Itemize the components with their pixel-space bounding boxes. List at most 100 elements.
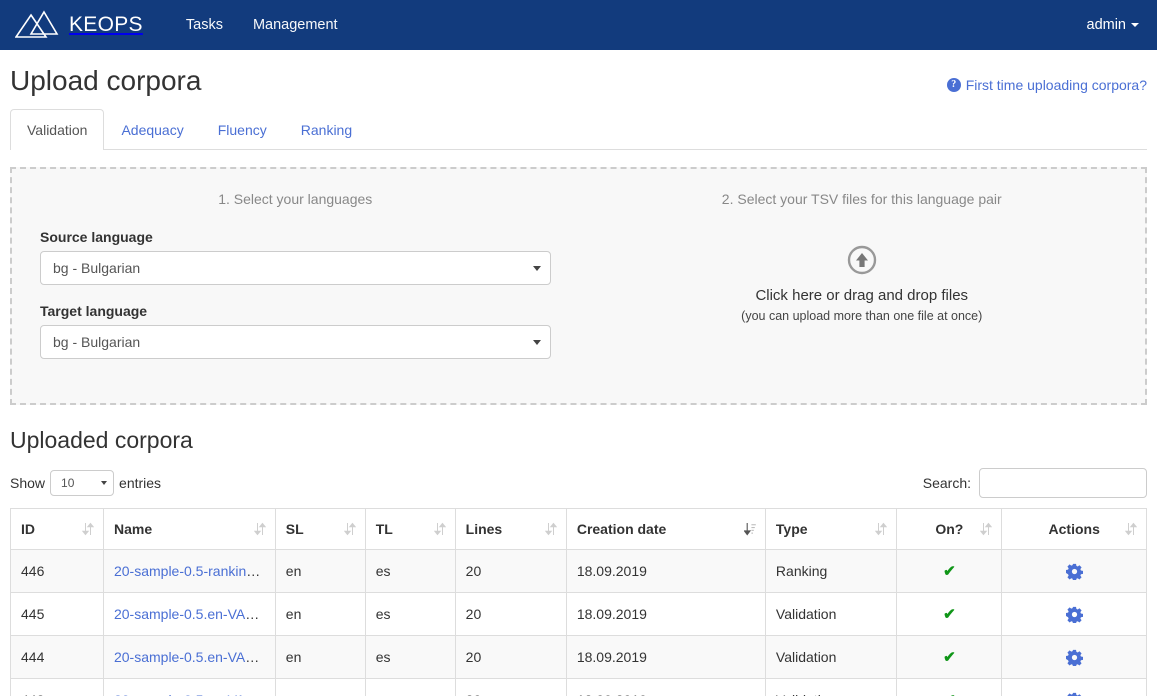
gear-icon[interactable] (1065, 606, 1083, 623)
table-controls: Show 10 entries Search: (10, 467, 1147, 498)
gear-icon[interactable] (1065, 649, 1083, 666)
help-link-label: First time uploading corpora? (965, 76, 1147, 93)
column-label: ID (21, 520, 35, 537)
cell-name: 20-sample-0.5.en-VAL.es (102, 634, 276, 679)
cell-tl: es (364, 677, 456, 696)
check-icon: ✔ (943, 562, 956, 580)
cell-name: 20-sample-0.5.en-VAL.es (102, 591, 276, 636)
first-time-help-link[interactable]: ? First time uploading corpora? (946, 76, 1147, 97)
source-language-label: Source language (40, 228, 153, 245)
task-type-tabs: Validation Adequacy Fluency Ranking (10, 108, 1147, 150)
column-header-on[interactable]: On? (896, 507, 1003, 550)
step1-title: 1. Select your languages (218, 190, 373, 207)
target-language-label: Target language (40, 302, 148, 319)
dropzone-main-text: Click here or drag and drop files (755, 286, 969, 304)
cell-creation-date: 18.09.2019 (565, 591, 766, 636)
table-row: 444 20-sample-0.5.en-VAL.es en es 20 18.… (10, 634, 1147, 679)
cell-on: ✔ (896, 634, 1003, 679)
cell-sl: en (274, 677, 366, 696)
cell-actions (1001, 677, 1147, 696)
sort-icon (81, 522, 94, 536)
column-label: On? (935, 520, 964, 537)
cell-lines: 20 (454, 677, 567, 696)
pyramids-icon (15, 10, 59, 38)
gear-icon[interactable] (1066, 692, 1083, 696)
file-dropzone[interactable]: Click here or drag and drop files (you c… (607, 229, 1118, 323)
cell-sl: en (274, 548, 366, 593)
column-header-type[interactable]: Type (764, 507, 898, 550)
column-header-creation-date[interactable]: Creation date (565, 507, 766, 550)
sort-icon (980, 522, 993, 536)
user-menu[interactable]: admin (1086, 0, 1139, 50)
table-row: 446 20-sample-0.5-ranking-… en es 20 18.… (10, 548, 1147, 593)
column-header-name[interactable]: Name (102, 507, 276, 550)
brand-home-link[interactable]: KEOPS (15, 8, 153, 42)
cell-id: 443 (10, 677, 104, 696)
tab-adequacy[interactable]: Adequacy (104, 109, 200, 150)
column-header-sl[interactable]: SL (274, 507, 366, 550)
cell-id: 445 (10, 591, 104, 636)
cell-on: ✔ (896, 677, 1003, 696)
corpus-name-link[interactable]: 20-sample-0.5.en-VAL.es (114, 692, 272, 696)
target-language-select[interactable]: bg - Bulgarian (40, 324, 551, 359)
gear-icon[interactable] (1065, 563, 1083, 580)
page-header: Upload corpora ? First time uploading co… (10, 50, 1147, 107)
tab-fluency[interactable]: Fluency (201, 109, 284, 150)
cell-name: 20-sample-0.5.en-VAL.es (102, 677, 276, 696)
question-circle-icon: ? (946, 77, 961, 92)
source-language-value: bg - Bulgarian (53, 259, 141, 276)
corpus-name-link[interactable]: 20-sample-0.5.en-VAL.es (114, 649, 272, 665)
check-icon: ✔ (943, 605, 956, 623)
cell-lines: 20 (454, 548, 567, 593)
nav-item-management[interactable]: Management (238, 0, 353, 50)
top-navbar: KEOPS Tasks Management admin (0, 0, 1157, 50)
column-header-actions[interactable]: Actions (1001, 507, 1147, 550)
search-control: Search: (923, 467, 1147, 498)
table-row: 445 20-sample-0.5.en-VAL.es en es 20 18.… (10, 591, 1147, 636)
corpus-name-link[interactable]: 20-sample-0.5-ranking-… (114, 563, 273, 579)
file-selection-column: 2. Select your TSV files for this langua… (579, 169, 1146, 403)
sort-icon (343, 522, 356, 536)
column-label: Name (113, 520, 153, 537)
cell-sl: en (274, 634, 366, 679)
sort-icon (253, 522, 266, 536)
user-menu-label: admin (1086, 17, 1127, 33)
upload-panel: 1. Select your languages Source language… (10, 166, 1147, 405)
language-selection-column: 1. Select your languages Source language… (12, 169, 579, 403)
cell-tl: es (364, 591, 456, 636)
cell-type: Validation (764, 677, 898, 696)
column-header-lines[interactable]: Lines (454, 507, 567, 550)
column-header-id[interactable]: ID (10, 507, 104, 550)
cell-lines: 20 (454, 591, 567, 636)
upload-arrow-circle-icon (847, 245, 876, 274)
cell-type: Ranking (764, 548, 898, 593)
tab-validation[interactable]: Validation (10, 108, 105, 150)
sort-icon (1125, 522, 1137, 536)
column-label: Actions (1048, 520, 1100, 537)
column-label: TL (375, 520, 393, 537)
page-container: Upload corpora ? First time uploading co… (0, 50, 1157, 696)
column-header-tl[interactable]: TL (364, 507, 456, 550)
cell-actions (1001, 548, 1147, 593)
tab-ranking[interactable]: Ranking (284, 109, 369, 150)
chevron-down-icon (532, 265, 541, 271)
cell-sl: en (274, 591, 366, 636)
check-icon: ✔ (943, 648, 956, 666)
search-input[interactable] (979, 467, 1147, 498)
brand-title: KEOPS (69, 13, 143, 36)
corpus-name-link[interactable]: 20-sample-0.5.en-VAL.es (114, 606, 272, 622)
page-length-select[interactable]: 10 (50, 469, 115, 496)
uploaded-corpora-title: Uploaded corpora (10, 426, 193, 453)
target-language-value: bg - Bulgarian (53, 333, 141, 350)
cell-tl: es (364, 548, 456, 593)
cell-id: 444 (10, 634, 104, 679)
cell-name: 20-sample-0.5-ranking-… (102, 548, 276, 593)
cell-on: ✔ (896, 591, 1003, 636)
cell-tl: es (364, 634, 456, 679)
table-body: 446 20-sample-0.5-ranking-… en es 20 18.… (10, 548, 1147, 696)
dropzone-sub-text: (you can upload more than one file at on… (741, 308, 983, 323)
source-language-select[interactable]: bg - Bulgarian (40, 250, 551, 285)
cell-type: Validation (764, 591, 898, 636)
step2-title: 2. Select your TSV files for this langua… (721, 190, 1002, 207)
nav-item-tasks[interactable]: Tasks (171, 0, 238, 50)
